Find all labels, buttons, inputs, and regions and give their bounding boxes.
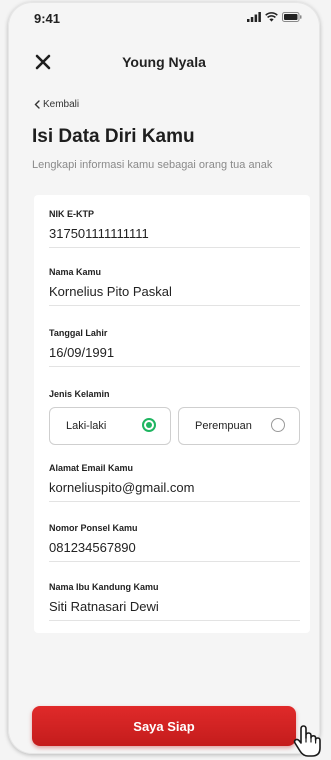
nik-input[interactable]: 317501111111111 xyxy=(49,226,300,248)
back-label: Kembali xyxy=(43,99,80,110)
gender-label: Jenis Kelamin xyxy=(49,389,110,399)
nik-field[interactable]: NIK E-KTP 317501111111111 xyxy=(49,209,300,248)
phone-label: Nomor Ponsel Kamu xyxy=(49,523,138,533)
phone-input[interactable]: 081234567890 xyxy=(49,540,300,562)
chevron-left-icon xyxy=(34,100,40,109)
mother-name-label: Nama Ibu Kandung Kamu xyxy=(49,582,159,592)
phone-field[interactable]: Nomor Ponsel Kamu 081234567890 xyxy=(49,523,300,562)
phone-frame: 9:41 Young Nyala Kembali Isi Data Diri K… xyxy=(8,2,320,754)
gender-option-label: Laki-laki xyxy=(66,420,107,432)
name-input[interactable]: Kornelius Pito Paskal xyxy=(49,284,300,306)
gender-option-male[interactable]: Laki-laki xyxy=(49,407,171,445)
wifi-icon xyxy=(265,12,278,22)
status-time: 9:41 xyxy=(34,11,61,26)
signal-icon xyxy=(247,12,261,22)
email-field[interactable]: Alamat Email Kamu korneliuspito@gmail.co… xyxy=(49,463,300,502)
page-subtitle: Lengkapi informasi kamu sebagai orang tu… xyxy=(32,159,273,171)
name-field[interactable]: Nama Kamu Kornelius Pito Paskal xyxy=(49,267,300,306)
email-input[interactable]: korneliuspito@gmail.com xyxy=(49,480,300,502)
hand-pointer-icon xyxy=(293,725,321,757)
gender-option-label: Perempuan xyxy=(195,420,252,432)
battery-icon xyxy=(282,12,302,22)
email-label: Alamat Email Kamu xyxy=(49,463,134,473)
radio-selected-icon[interactable] xyxy=(142,418,156,432)
saya-siap-button[interactable]: Saya Siap xyxy=(32,706,296,746)
mother-name-input[interactable]: Siti Ratnasari Dewi xyxy=(49,599,300,621)
dob-label: Tanggal Lahir xyxy=(49,328,108,338)
app-bar-title: Young Nyala xyxy=(122,54,206,70)
dob-input[interactable]: 16/09/1991 xyxy=(49,345,300,367)
status-icons xyxy=(247,12,302,22)
dob-field[interactable]: Tanggal Lahir 16/09/1991 xyxy=(49,328,300,367)
gender-option-female[interactable]: Perempuan xyxy=(178,407,300,445)
back-link[interactable]: Kembali xyxy=(34,99,79,110)
nik-label: NIK E-KTP xyxy=(49,209,94,219)
app-bar: Young Nyala xyxy=(8,48,320,78)
page-title: Isi Data Diri Kamu xyxy=(32,126,195,147)
status-bar: 9:41 xyxy=(8,2,320,36)
form-card: NIK E-KTP 317501111111111 Nama Kamu Korn… xyxy=(34,195,310,633)
name-label: Nama Kamu xyxy=(49,267,102,277)
mother-name-field[interactable]: Nama Ibu Kandung Kamu Siti Ratnasari Dew… xyxy=(49,582,300,621)
radio-unselected-icon[interactable] xyxy=(271,418,285,432)
